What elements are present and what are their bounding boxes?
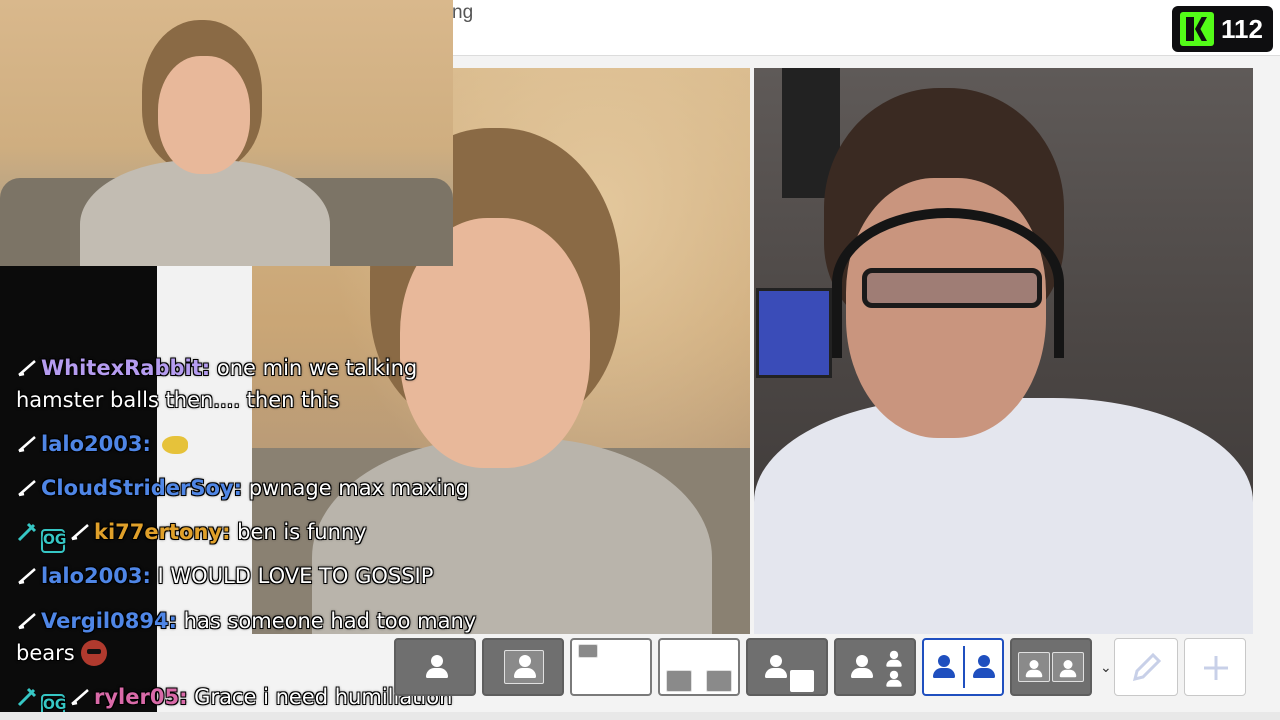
chevron-down-icon[interactable]: ⌄ — [1100, 660, 1112, 676]
add-layout-button[interactable] — [1184, 638, 1246, 696]
chat-message-continuation: hamster balls then.... then this — [16, 388, 340, 412]
fish-emote-icon — [161, 436, 188, 454]
bottom-strip — [0, 712, 1280, 720]
video-tile-host[interactable] — [754, 68, 1253, 634]
person-icon — [1025, 660, 1043, 678]
topbar-title-fragment: ng — [452, 2, 474, 23]
chat-username[interactable]: WhitexRabbit — [41, 356, 202, 380]
sub-icon — [69, 688, 91, 706]
person-icon — [886, 650, 903, 667]
chat-username[interactable]: ryler05 — [94, 685, 179, 709]
layout-single-framed-button[interactable] — [482, 638, 564, 696]
chat-text: bears — [16, 641, 75, 665]
person-icon — [1059, 660, 1077, 678]
chat-message: WhitexRabbit: one min we talking — [16, 352, 417, 384]
person-icon — [886, 670, 903, 687]
chat-message: CloudStriderSoy: pwnage max maxing — [16, 472, 469, 504]
person-icon — [513, 655, 537, 679]
sub-icon — [16, 479, 38, 497]
chat-text — [151, 432, 158, 456]
chat-message-continuation: bears — [16, 637, 107, 669]
layout-two-framed-button[interactable] — [1010, 638, 1092, 696]
person-icon — [425, 655, 449, 679]
layout-split-person-button[interactable] — [746, 638, 828, 696]
sub-icon — [16, 435, 38, 453]
add-icon — [1204, 656, 1228, 680]
chat-text: one min we talking — [210, 356, 418, 380]
sub-icon — [16, 612, 38, 630]
background-monitor — [756, 288, 832, 378]
chat-text: I WOULD LOVE TO GOSSIP — [150, 564, 434, 588]
chat-text: has someone had too many — [177, 609, 477, 633]
chat-text: pwnage max maxing — [242, 476, 469, 500]
layout-two-small-button[interactable] — [658, 638, 740, 696]
glasses-shape — [862, 268, 1042, 308]
og-badge-icon: OG — [41, 529, 66, 553]
viewer-count-badge: 112 — [1172, 6, 1273, 52]
layout-single-person-button[interactable] — [394, 638, 476, 696]
bear-emote-icon — [80, 640, 107, 666]
stream-scene: ng 112 WhitexRabbit: one min we talking — [0, 0, 1280, 720]
chat-username[interactable]: Vergil0894 — [41, 609, 169, 633]
chat-username[interactable]: lalo2003 — [41, 432, 142, 456]
layout-side-by-side-button[interactable] — [922, 638, 1004, 696]
person-icon — [850, 655, 874, 679]
chat-message: lalo2003: — [16, 428, 188, 460]
sub-icon — [16, 567, 38, 585]
chat-username[interactable]: ki77ertony — [94, 520, 222, 544]
chat-message: OG ki77ertony: ben is funny — [16, 516, 367, 553]
viewer-count: 112 — [1221, 13, 1263, 44]
layout-one-plus-two-button[interactable] — [834, 638, 916, 696]
webcam-pip — [0, 0, 453, 266]
person-icon — [764, 655, 788, 679]
layout-empty-small-button[interactable] — [570, 638, 652, 696]
edit-icon — [1132, 652, 1162, 682]
chat-message: lalo2003: I WOULD LOVE TO GOSSIP — [16, 560, 433, 592]
kick-logo-icon — [1180, 12, 1214, 46]
edit-layout-button[interactable] — [1114, 638, 1178, 696]
person-icon — [972, 655, 996, 679]
sub-icon — [16, 359, 38, 377]
chat-username[interactable]: CloudStriderSoy — [41, 476, 234, 500]
chat-text: ben is funny — [230, 520, 367, 544]
pin-icon — [16, 520, 38, 542]
person-icon — [932, 655, 956, 679]
pin-icon — [16, 685, 38, 707]
chat-message: Vergil0894: has someone had too many — [16, 605, 476, 637]
chat-username[interactable]: lalo2003 — [41, 564, 142, 588]
sub-icon — [69, 523, 91, 541]
